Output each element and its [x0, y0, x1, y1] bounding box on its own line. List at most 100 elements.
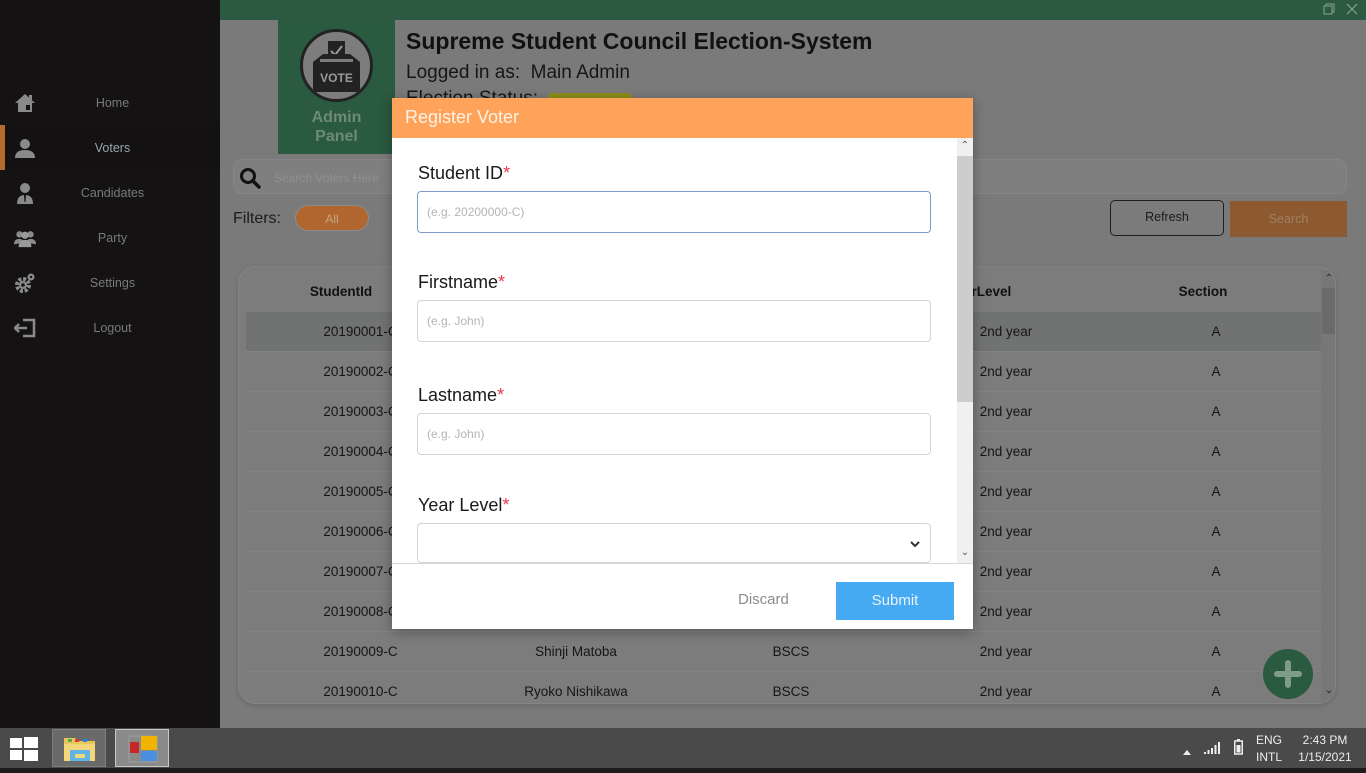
modal-title: Register Voter [405, 107, 520, 127]
logged-in-info: Logged in as: Main Admin [406, 62, 630, 83]
firstname-label: Firstname* [418, 272, 506, 292]
cell-course: BSCS [772, 684, 810, 699]
sidebar-item-candidates[interactable]: Candidates [0, 170, 220, 215]
year-level-select[interactable] [417, 523, 931, 563]
sidebar-item-home[interactable]: Home [0, 80, 220, 125]
modal-scrollbar[interactable]: ⌃ ⌄ [957, 138, 973, 563]
admin-panel-logo: VOTE Admin Panel [278, 20, 395, 154]
scroll-down-icon[interactable]: ⌄ [1321, 684, 1335, 698]
cell-section: A [1211, 644, 1221, 659]
register-voter-modal: Register Voter Student ID* Firstname* La… [392, 98, 973, 629]
clock-date: 1/15/2021 [1298, 750, 1352, 764]
cell-section: A [1211, 604, 1221, 619]
table-row[interactable]: 20190009-C Shinji Matoba BSCS 2nd year A [246, 632, 1322, 672]
student-id-label: Student ID* [418, 163, 511, 183]
sidebar-item-logout[interactable]: Logout [0, 305, 220, 350]
sidebar-item-label: Home [95, 95, 130, 110]
sidebar-item-label: Party [97, 230, 128, 245]
ballot-box-icon: VOTE [300, 29, 373, 102]
sidebar-item-label: Candidates [80, 185, 145, 200]
discard-button[interactable]: Discard [738, 591, 789, 608]
filters-label: Filters: [233, 210, 281, 227]
modal-header: Register Voter [392, 98, 973, 138]
folder-icon [64, 738, 95, 761]
column-header-section[interactable]: Section [1153, 284, 1253, 299]
cell-yearlevel: 2nd year [979, 324, 1033, 339]
scroll-down-icon[interactable]: ⌄ [957, 545, 973, 561]
student-id-input[interactable] [417, 191, 931, 233]
required-mark: * [503, 163, 511, 183]
sidebar-item-label: Voters [94, 140, 131, 155]
required-mark: * [497, 385, 505, 405]
lastname-label: Lastname* [418, 385, 505, 405]
admin-panel-title: Admin Panel [311, 109, 362, 145]
cell-yearlevel: 2nd year [979, 524, 1033, 539]
window-titlebar [220, 0, 1366, 20]
close-icon[interactable] [1345, 3, 1359, 17]
required-mark: * [502, 495, 510, 515]
column-header-yearlevel[interactable]: arLevel [964, 284, 1064, 299]
search-icon [239, 167, 261, 189]
scroll-up-icon[interactable]: ⌃ [1321, 272, 1335, 286]
cell-yearlevel: 2nd year [979, 444, 1033, 459]
submit-button[interactable]: Submit [836, 582, 954, 620]
refresh-button[interactable]: Refresh [1110, 200, 1224, 236]
modal-scrollbar-thumb[interactable] [957, 156, 973, 402]
windows-start-icon[interactable] [10, 737, 38, 761]
cell-section: A [1211, 364, 1221, 379]
sidebar-item-voters[interactable]: Voters [0, 125, 220, 170]
search-button[interactable]: Search [1230, 201, 1347, 237]
firstname-input[interactable] [417, 300, 931, 342]
cell-section: A [1211, 444, 1221, 459]
cell-name: Ryoko Nishikawa [524, 684, 628, 699]
taskbar: ENG INTL 2:43 PM 1/15/2021 [0, 728, 1366, 768]
cell-yearlevel: 2nd year [979, 364, 1033, 379]
cell-section: A [1211, 524, 1221, 539]
chevron-down-icon [909, 537, 921, 549]
sidebar-item-label: Logout [93, 320, 132, 335]
clock-time: 2:43 PM [1302, 733, 1348, 747]
cell-yearlevel: 2nd year [979, 684, 1033, 699]
cell-yearlevel: 2nd year [979, 404, 1033, 419]
tray-expand-icon[interactable] [1182, 743, 1192, 761]
cell-section: A [1211, 684, 1221, 699]
restore-icon[interactable] [1322, 3, 1336, 17]
cell-section: A [1211, 484, 1221, 499]
sidebar-item-settings[interactable]: Settings [0, 260, 220, 305]
column-header-studentid[interactable]: StudentId [291, 284, 391, 299]
cell-studentid: 20190010-C [323, 684, 398, 699]
sidebar-item-party[interactable]: Party [0, 215, 220, 260]
filter-all-chip[interactable]: All [295, 205, 369, 231]
app-title: Supreme Student Council Election-System [406, 28, 873, 54]
cell-yearlevel: 2nd year [979, 484, 1033, 499]
battery-icon[interactable] [1234, 739, 1243, 760]
table-scrollbar[interactable]: ⌃ ⌄ [1321, 270, 1335, 702]
sidebar-item-label: Settings [89, 275, 136, 290]
required-mark: * [498, 272, 506, 292]
election-app-taskbar-button[interactable] [115, 729, 169, 767]
cell-course: BSCS [772, 644, 810, 659]
year-level-label: Year Level* [418, 495, 510, 515]
cell-yearlevel: 2nd year [979, 564, 1033, 579]
cell-yearlevel: 2nd year [979, 644, 1033, 659]
table-scrollbar-thumb[interactable] [1322, 288, 1335, 334]
sidebar: Home Voters Candidates Party Settings Lo… [0, 0, 220, 728]
file-explorer-taskbar-button[interactable] [52, 729, 106, 767]
cell-studentid: 20190009-C [323, 644, 398, 659]
clock[interactable]: 2:43 PM 1/15/2021 [1290, 732, 1360, 766]
language-indicator[interactable]: ENG INTL [1255, 732, 1283, 766]
modal-body: Student ID* Firstname* Lastname* Year Le… [392, 138, 973, 563]
network-signal-icon[interactable] [1204, 741, 1220, 759]
cell-section: A [1211, 324, 1221, 339]
cell-section: A [1211, 404, 1221, 419]
cell-section: A [1211, 564, 1221, 579]
table-row[interactable]: 20190010-C Ryoko Nishikawa BSCS 2nd year A [246, 672, 1322, 703]
add-voter-button[interactable] [1263, 649, 1313, 699]
lastname-input[interactable] [417, 413, 931, 455]
scroll-up-icon[interactable]: ⌃ [957, 138, 973, 154]
app-icon [128, 735, 158, 763]
plus-icon [1274, 660, 1302, 688]
cell-yearlevel: 2nd year [979, 604, 1033, 619]
cell-name: Shinji Matoba [535, 644, 617, 659]
modal-footer: Discard Submit [392, 563, 973, 629]
